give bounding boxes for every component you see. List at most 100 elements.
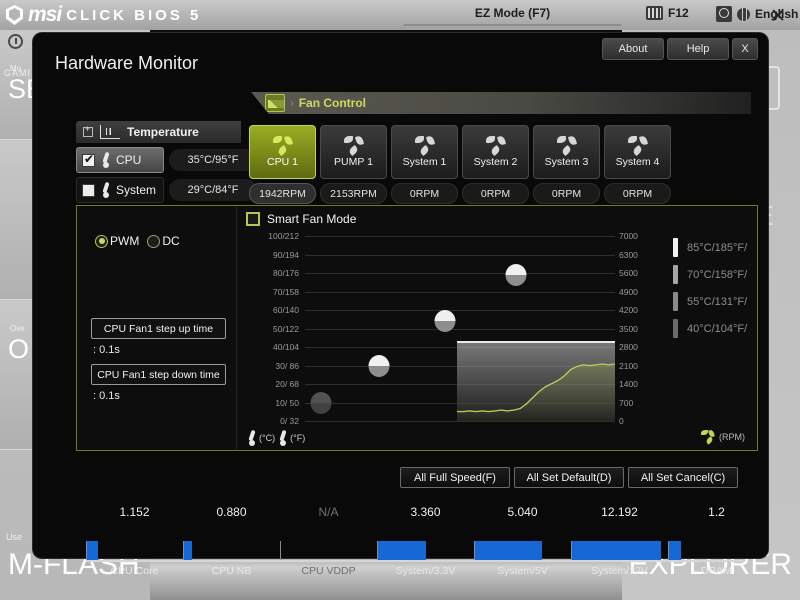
breadcrumb-next-icon[interactable]: › (290, 98, 293, 109)
curve-point-row[interactable]: 55°C/131°F/38% (673, 288, 800, 315)
fan-rpm-value: 0RPM (462, 183, 529, 204)
window-buttons: About Help X (602, 38, 758, 60)
action-all-set-cancel-c[interactable]: All Set Cancel(C) (628, 467, 738, 488)
smart-fan-mode-label: Smart Fan Mode (267, 212, 357, 226)
temperature-value: 29°C/84°F (169, 179, 257, 201)
rpm-trace (457, 343, 615, 421)
voltage-bar-fill (475, 541, 542, 560)
step-up-time-button[interactable]: CPU Fan1 step up time (91, 318, 226, 339)
fan-tab-top[interactable]: System 2 (462, 125, 529, 179)
fan-tab-top[interactable]: CPU 1 (249, 125, 316, 179)
rpm-axis: 7000 6300 5600 4900 4200 3500 2800 2100 1400 700 0 (619, 231, 663, 426)
fahrenheit-unit-label: (°F) (290, 433, 306, 443)
voltage-label-5: System/12V (591, 565, 648, 577)
help-button[interactable]: Help (667, 38, 729, 60)
fan-tab-system-1[interactable]: System 1 0RPM (391, 125, 458, 204)
checkbox-cpu-temp[interactable] (82, 152, 95, 167)
msi-shield-icon (6, 5, 23, 25)
action-all-set-default-d[interactable]: All Set Default(D) (514, 467, 624, 488)
temperature-row-system[interactable]: System 29°C/84°F (76, 177, 257, 203)
bios-gaming-text: GAMI (4, 68, 32, 78)
curve-handle-3[interactable] (368, 354, 390, 377)
temperature-name: CPU (116, 153, 142, 167)
voltage-bar-1 (183, 541, 274, 560)
curve-point-row[interactable]: 40°C/104°F/13% (673, 315, 800, 342)
curve-handle-2[interactable] (434, 310, 455, 333)
temperature-axis: 100/212 90/194 80/176 70/158 60/140 50/122 40/… (237, 231, 303, 426)
temperature-select-cpu[interactable]: CPU (76, 147, 164, 173)
rpm-axis-tick: 700 (619, 397, 634, 408)
curve-handle-1[interactable] (505, 263, 527, 286)
smart-fan-mode-row[interactable]: Smart Fan Mode (246, 212, 356, 226)
pwm-label: PWM (110, 234, 140, 248)
fan-control-panel: PWM DC CPU Fan1 step up time : 0.1s CPU … (76, 205, 758, 451)
voltage-value-0: 1.152 (119, 505, 150, 519)
radio-dc[interactable] (147, 234, 161, 248)
bios-user-label: Use (6, 532, 23, 542)
temp-axis-tick: 60/140 (273, 305, 299, 315)
temp-axis-tick: 70/158 (273, 286, 299, 297)
fan-tab-top[interactable]: System 4 (604, 125, 671, 179)
temp-unit-legend: (°C) (°F) (247, 430, 305, 446)
about-button[interactable]: About (602, 38, 664, 60)
rpm-legend: (RPM) (701, 429, 745, 445)
action-all-full-speed-f[interactable]: All Full Speed(F) (400, 467, 510, 488)
temperature-graph-icon (100, 125, 120, 139)
step-line (457, 341, 615, 343)
gridline (305, 328, 615, 330)
checkbox-smart-fan-mode[interactable] (246, 212, 260, 226)
curve-point-temp: 55°C/131°F/ (687, 295, 748, 308)
bios-seg-value: O (8, 334, 30, 364)
temp-axis-tick: 80/176 (273, 268, 299, 278)
fan-tab-label: System 1 (402, 156, 447, 168)
gridline (305, 254, 615, 256)
rpm-unit-label: (RPM) (719, 431, 745, 442)
fan-tab-top[interactable]: PUMP 1 (320, 125, 387, 179)
hardware-monitor-window: Hardware Monitor About Help X ‹ › Fan Co… (33, 33, 768, 577)
close-window-button[interactable]: X (732, 38, 758, 60)
voltage-value-4: 5.040 (507, 505, 538, 519)
fan-tab-top[interactable]: System 1 (391, 125, 458, 179)
search-icon (716, 6, 732, 22)
fan-rpm-value: 1942RPM (249, 183, 316, 204)
breadcrumb-prev-icon[interactable]: ‹ (257, 98, 260, 109)
voltage-bar-4 (474, 541, 565, 560)
close-icon[interactable]: ✕ (770, 5, 786, 28)
voltage-label-2: CPU VDDP (301, 565, 356, 577)
fan-tab-pump-1[interactable]: PUMP 1 2153RPM (320, 125, 387, 204)
camera-icon (646, 6, 663, 20)
temperature-row-cpu[interactable]: CPU 35°C/95°F (76, 147, 257, 173)
fan-tab-system-3[interactable]: System 3 0RPM (533, 125, 600, 204)
action-button-group: All Full Speed(F) All Set Default(D) All S… (400, 467, 738, 488)
voltage-value-3: 3.360 (410, 505, 441, 519)
rpm-axis-tick: 1400 (619, 379, 638, 389)
step-down-time-button[interactable]: CPU Fan1 step down time (91, 364, 226, 385)
fan-tab-system-4[interactable]: System 4 0RPM (604, 125, 671, 204)
curve-point-row[interactable]: 85°C/185°F/100% (673, 234, 800, 261)
collapse-icon[interactable] (83, 124, 93, 137)
radio-pwm[interactable] (95, 234, 108, 248)
celsius-unit-label: (°C) (259, 433, 276, 443)
temp-axis-tick: 50/122 (273, 323, 299, 334)
gridline (305, 236, 615, 237)
fan-tab-cpu-1[interactable]: CPU 1 1942RPM (249, 125, 316, 204)
bios-name-label: CLICK BIOS 5 (66, 6, 202, 24)
fan-tab-top[interactable]: System 3 (533, 125, 600, 179)
curve-point-temp: 85°C/185°F/ (687, 241, 748, 254)
checkbox-system-temp[interactable] (82, 183, 95, 197)
curve-point-marker (673, 292, 678, 311)
screenshot-f12-button[interactable]: F12 (646, 6, 689, 20)
voltage-label-4: System/5V (497, 565, 548, 577)
fan-icon (701, 429, 715, 445)
fan-tab-system-2[interactable]: System 2 0RPM (462, 125, 529, 204)
globe-icon (737, 7, 750, 21)
bios-seg-kicker: Ove (10, 324, 25, 333)
curve-handle-4[interactable] (310, 391, 331, 414)
fan-icon (343, 135, 364, 157)
curve-point-row[interactable]: 70°C/158°F/63% (673, 261, 800, 288)
temperature-select-system[interactable]: System (76, 177, 164, 203)
ez-mode-button[interactable]: EZ Mode (F7) (425, 2, 600, 26)
voltage-bar-2 (280, 541, 371, 560)
fan-curve-plot[interactable] (305, 236, 615, 422)
rpm-axis-tick: 7000 (619, 231, 638, 241)
